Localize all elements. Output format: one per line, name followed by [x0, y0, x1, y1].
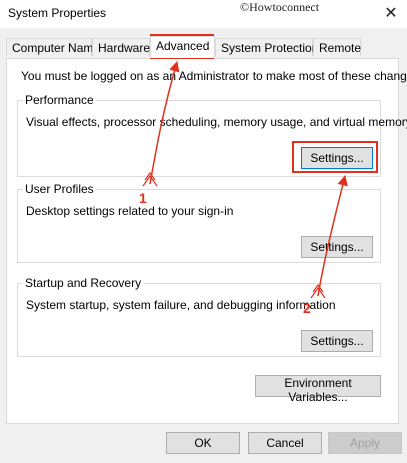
- tab-remote[interactable]: Remote: [313, 38, 361, 56]
- apply-button[interactable]: Apply: [328, 432, 402, 454]
- user-profiles-group: User Profiles Desktop settings related t…: [17, 182, 381, 263]
- startup-recovery-title: Startup and Recovery: [23, 276, 144, 290]
- performance-description: Visual effects, processor scheduling, me…: [26, 115, 407, 129]
- annotation-marker-2: 2: [303, 300, 311, 316]
- tab-advanced[interactable]: Advanced: [150, 36, 215, 58]
- startup-recovery-description: System startup, system failure, and debu…: [26, 298, 336, 312]
- watermark: ©Howtoconnect: [240, 0, 320, 14]
- tab-hardware[interactable]: Hardware: [92, 38, 150, 56]
- cancel-button[interactable]: Cancel: [248, 432, 322, 454]
- admin-notice: You must be logged on as an Administrato…: [21, 69, 407, 83]
- close-icon[interactable]: ✕: [376, 0, 406, 26]
- performance-group: Performance Visual effects, processor sc…: [17, 93, 407, 177]
- tab-system-protection[interactable]: System Protection: [215, 38, 318, 56]
- startup-recovery-group: Startup and Recovery System startup, sys…: [17, 276, 381, 357]
- window-body: Computer Name Hardware Advanced System P…: [0, 28, 407, 463]
- window-title: System Properties: [8, 6, 107, 20]
- annotation-marker-1: 1: [139, 190, 147, 206]
- title-bar: System Properties ©Howtoconnect ✕: [0, 0, 407, 28]
- startup-recovery-settings-button[interactable]: Settings...: [301, 330, 373, 352]
- user-profiles-settings-button[interactable]: Settings...: [301, 236, 373, 258]
- ok-button[interactable]: OK: [166, 432, 240, 454]
- performance-title: Performance: [23, 93, 96, 107]
- tab-computer-name[interactable]: Computer Name: [6, 38, 100, 56]
- user-profiles-title: User Profiles: [23, 182, 96, 196]
- advanced-tab-panel: You must be logged on as an Administrato…: [6, 58, 407, 424]
- environment-variables-button[interactable]: Environment Variables...: [255, 375, 381, 404]
- user-profiles-description: Desktop settings related to your sign-in: [26, 204, 234, 218]
- performance-settings-button[interactable]: Settings...: [301, 147, 373, 169]
